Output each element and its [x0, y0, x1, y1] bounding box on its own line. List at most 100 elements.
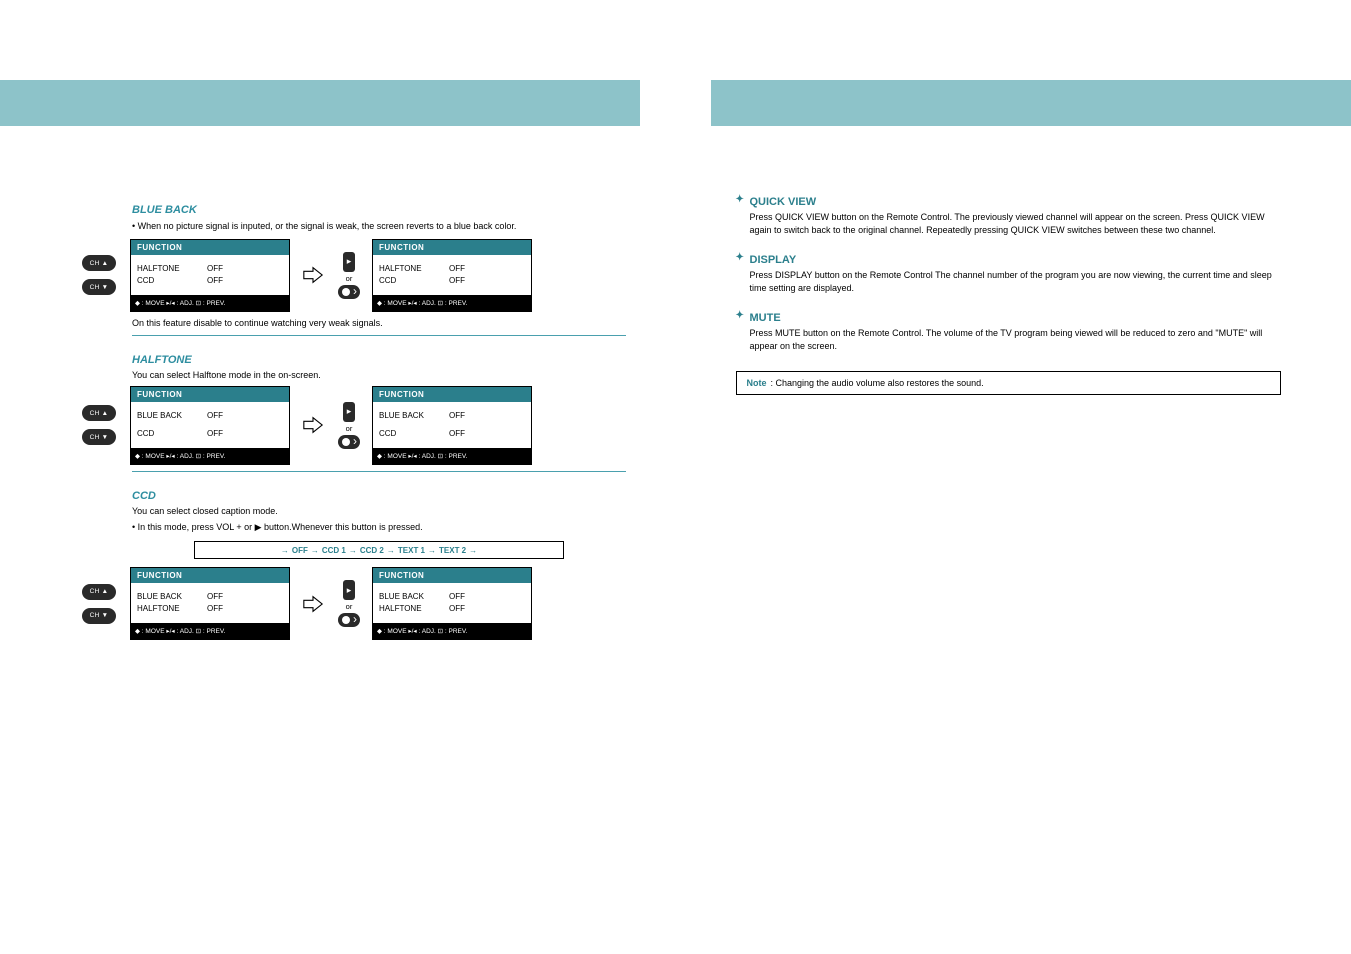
- marker-icon: [736, 197, 746, 207]
- section-mute: MUTE Press MUTE button on the Remote Con…: [736, 312, 1282, 352]
- osd-row-label: CCD: [137, 428, 207, 440]
- osd-row-value: OFF: [449, 410, 465, 422]
- note-ccd-2: In this mode, press VOL + or ▶ button.Wh…: [132, 522, 626, 534]
- ch-up-button[interactable]: CH ▲: [82, 584, 116, 600]
- front-vol-button[interactable]: [338, 285, 360, 299]
- side-play-button[interactable]: ▸: [343, 402, 355, 422]
- note-blueback: When no picture signal is inputed, or th…: [132, 220, 626, 233]
- or-label: or: [346, 274, 353, 283]
- divider: [132, 471, 626, 472]
- right-header-band: [711, 80, 1351, 126]
- ch-down-button[interactable]: CH ▼: [82, 608, 116, 624]
- osd-row-value: OFF: [207, 591, 223, 603]
- ch-buttons-3: CH ▲ CH ▼: [82, 584, 116, 624]
- ch-down-button[interactable]: CH ▼: [82, 429, 116, 445]
- left-page: BLUE BACK When no picture signal is inpu…: [0, 0, 676, 954]
- osd-ccd-after: FUNCTION BLUE BACKOFF HALFTONEOFF ◆ : MO…: [372, 567, 532, 640]
- osd-footer: ◆ : MOVE ▸/◂ : ADJ. ⊡ : PREV.: [131, 448, 289, 464]
- osd-halftone-before: FUNCTION BLUE BACKOFF CCDOFF ◆ : MOVE ▸/…: [130, 386, 290, 465]
- front-vol-button[interactable]: [338, 613, 360, 627]
- osd-row-value: OFF: [449, 603, 465, 615]
- ch-up-label: CH ▲: [90, 588, 109, 595]
- ch-buttons-2: CH ▲ CH ▼: [82, 405, 116, 445]
- osd-row-label: BLUE BACK: [137, 591, 207, 603]
- ch-up-label: CH ▲: [90, 260, 109, 267]
- ch-up-label: CH ▲: [90, 410, 109, 417]
- osd-row-label: CCD: [379, 428, 449, 440]
- title-quickview: QUICK VIEW: [750, 196, 817, 208]
- note-halftone: You can select Halftone mode in the on-s…: [132, 370, 626, 382]
- osd-blueback-before: FUNCTION HALFTONEOFF CCDOFF ◆ : MOVE ▸/◂…: [130, 239, 290, 312]
- osd-row-value: OFF: [449, 263, 465, 275]
- flow-item: CCD 2: [360, 546, 384, 555]
- divider: [132, 335, 626, 336]
- osd-row-label: HALFTONE: [379, 603, 449, 615]
- osd-row-label: HALFTONE: [137, 603, 207, 615]
- osd-row-value: OFF: [207, 428, 223, 440]
- osd-ccd-before: FUNCTION BLUE BACKOFF HALFTONEOFF ◆ : MO…: [130, 567, 290, 640]
- osd-row-value: OFF: [207, 603, 223, 615]
- heading-halftone: HALFTONE: [132, 354, 626, 366]
- ch-down-label: CH ▼: [90, 284, 109, 291]
- osd-row-value: OFF: [449, 428, 465, 440]
- ch-down-button[interactable]: CH ▼: [82, 279, 116, 295]
- osd-row-label: CCD: [137, 275, 207, 287]
- section-quickview: QUICK VIEW Press QUICK VIEW button on th…: [736, 196, 1282, 236]
- note-label: Note: [747, 378, 767, 388]
- ch-up-button[interactable]: CH ▲: [82, 255, 116, 271]
- ch-up-button[interactable]: CH ▲: [82, 405, 116, 421]
- osd-blueback-after: FUNCTION HALFTONEOFF CCDOFF ◆ : MOVE ▸/◂…: [372, 239, 532, 312]
- osd-title: FUNCTION: [131, 387, 289, 402]
- or-label: or: [346, 424, 353, 433]
- post-blueback: On this feature disable to continue watc…: [132, 318, 626, 330]
- row-halftone: CH ▲ CH ▼ FUNCTION BLUE BACKOFF CCDOFF ◆…: [132, 386, 626, 465]
- flow-item: CCD 1: [322, 546, 346, 555]
- osd-row-value: OFF: [449, 591, 465, 603]
- ch-down-label: CH ▼: [90, 612, 109, 619]
- osd-title: FUNCTION: [131, 568, 289, 583]
- osd-halftone-after: FUNCTION BLUE BACKOFF CCDOFF ◆ : MOVE ▸/…: [372, 386, 532, 465]
- arrow-right-icon: [302, 593, 324, 615]
- heading-ccd: CCD: [132, 490, 626, 502]
- osd-footer: ◆ : MOVE ▸/◂ : ADJ. ⊡ : PREV.: [373, 295, 531, 311]
- flow-item: TEXT 2: [439, 546, 466, 555]
- side-play-button[interactable]: ▸: [343, 252, 355, 272]
- ch-down-label: CH ▼: [90, 434, 109, 441]
- osd-row-label: BLUE BACK: [379, 591, 449, 603]
- body-quickview: Press QUICK VIEW button on the Remote Co…: [736, 211, 1282, 236]
- osd-row-label: HALFTONE: [137, 263, 207, 275]
- osd-title: FUNCTION: [373, 387, 531, 402]
- right-page: QUICK VIEW Press QUICK VIEW button on th…: [676, 0, 1351, 954]
- osd-row-label: HALFTONE: [379, 263, 449, 275]
- marker-icon: [736, 313, 746, 323]
- flow-item: TEXT 1: [398, 546, 425, 555]
- body-mute: Press MUTE button on the Remote Control.…: [736, 327, 1282, 352]
- or-label: or: [346, 602, 353, 611]
- row-blueback: CH ▲ CH ▼ FUNCTION HALFTONEOFF CCDOFF ◆ …: [132, 239, 626, 312]
- note-ccd-1: You can select closed caption mode.: [132, 506, 626, 518]
- side-play-button[interactable]: ▸: [343, 580, 355, 600]
- osd-title: FUNCTION: [373, 240, 531, 255]
- arrow-right-icon: [302, 264, 324, 286]
- front-vol-button[interactable]: [338, 435, 360, 449]
- left-header-band: [0, 80, 640, 126]
- flow-item: OFF: [292, 546, 308, 555]
- osd-title: FUNCTION: [373, 568, 531, 583]
- osd-footer: ◆ : MOVE ▸/◂ : ADJ. ⊡ : PREV.: [373, 623, 531, 639]
- osd-row-label: BLUE BACK: [137, 410, 207, 422]
- osd-row-label: CCD: [379, 275, 449, 287]
- osd-footer: ◆ : MOVE ▸/◂ : ADJ. ⊡ : PREV.: [131, 295, 289, 311]
- title-mute: MUTE: [750, 312, 781, 324]
- title-display: DISPLAY: [750, 254, 797, 266]
- osd-title: FUNCTION: [131, 240, 289, 255]
- body-display: Press DISPLAY button on the Remote Contr…: [736, 269, 1282, 294]
- osd-row-label: BLUE BACK: [379, 410, 449, 422]
- osd-footer: ◆ : MOVE ▸/◂ : ADJ. ⊡ : PREV.: [373, 448, 531, 464]
- osd-row-value: OFF: [449, 275, 465, 287]
- osd-row-value: OFF: [207, 275, 223, 287]
- ccd-flow: →OFF →CCD 1 →CCD 2 →TEXT 1 →TEXT 2 →: [194, 541, 564, 559]
- marker-icon: [736, 255, 746, 265]
- section-display: DISPLAY Press DISPLAY button on the Remo…: [736, 254, 1282, 294]
- osd-row-value: OFF: [207, 410, 223, 422]
- osd-footer: ◆ : MOVE ▸/◂ : ADJ. ⊡ : PREV.: [131, 623, 289, 639]
